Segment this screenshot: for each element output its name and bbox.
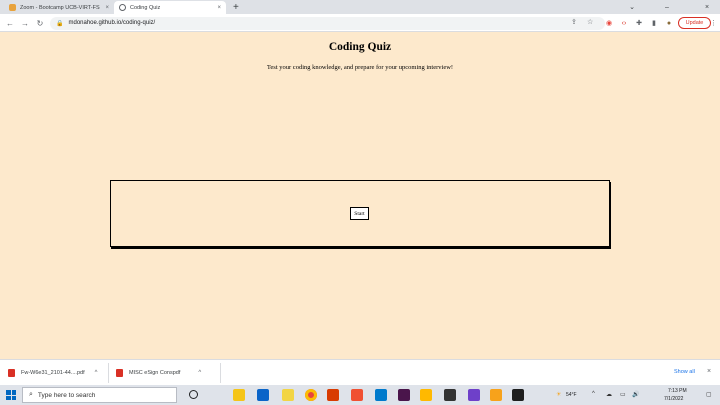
- weather-temp: 54°F: [566, 392, 577, 398]
- side-panel-icon[interactable]: ▮: [648, 17, 660, 29]
- tab-title: Coding Quiz: [130, 4, 161, 11]
- show-all-link[interactable]: Show all: [674, 369, 695, 375]
- back-button[interactable]: ←: [4, 17, 16, 29]
- close-window-button[interactable]: ×: [700, 0, 714, 14]
- download-item[interactable]: MISC eSign Conspdf ^: [116, 366, 201, 380]
- address-bar[interactable]: 🔒 mdonahoe.github.io/coding-quiz/: [50, 16, 605, 30]
- file-explorer-icon[interactable]: [233, 389, 245, 401]
- notification-icon[interactable]: ▢: [706, 391, 712, 398]
- bookmark-star-icon[interactable]: ☆: [587, 18, 593, 26]
- download-filename: MISC eSign Conspdf: [129, 370, 181, 376]
- browser-tab-strip: Zoom - Bootcamp UCB-VIRT-FS × Coding Qui…: [0, 0, 720, 14]
- tab-coding-quiz[interactable]: Coding Quiz ×: [114, 1, 226, 14]
- git-icon[interactable]: [351, 389, 363, 401]
- extension-red-icon[interactable]: ◉: [603, 17, 615, 29]
- vscode-icon[interactable]: [375, 389, 387, 401]
- tab-close-icon[interactable]: ×: [105, 5, 109, 11]
- minimize-button[interactable]: –: [660, 0, 674, 14]
- terminal-icon[interactable]: [512, 389, 524, 401]
- page-subtitle: Test your coding knowledge, and prepare …: [266, 64, 454, 71]
- chrome-icon[interactable]: [305, 389, 317, 401]
- download-divider: [108, 363, 109, 383]
- notes-icon[interactable]: [282, 389, 294, 401]
- weather-icon: ☀: [556, 392, 562, 398]
- chevron-up-icon[interactable]: ^: [198, 370, 201, 376]
- page-content: Coding Quiz Test your coding knowledge, …: [0, 33, 720, 359]
- share-icon[interactable]: ⇪: [571, 18, 577, 26]
- tab-close-icon[interactable]: ×: [217, 5, 221, 11]
- pdf-file-icon: [8, 369, 15, 377]
- app-icon-red[interactable]: [327, 389, 339, 401]
- download-divider: [220, 363, 221, 383]
- windows-start-icon[interactable]: [6, 390, 16, 400]
- reload-button[interactable]: ↻: [34, 17, 46, 29]
- chevron-up-icon[interactable]: ^: [95, 370, 98, 376]
- windows-taskbar: ⌕ Type here to search ☀ 54°F ^ ☁ ▭ 🔊 7:1…: [0, 385, 720, 405]
- download-bar: Fw-W6e31_2101-44....pdf ^ MISC eSign Con…: [0, 359, 720, 385]
- network-icon[interactable]: ▭: [620, 391, 626, 398]
- start-button[interactable]: Start: [350, 207, 369, 220]
- browser-toolbar: ← → ↻ 🔒 mdonahoe.github.io/coding-quiz/ …: [0, 14, 720, 32]
- tab-search-icon[interactable]: ⌄: [625, 0, 639, 14]
- lock-icon: 🔒: [56, 20, 64, 27]
- download-item[interactable]: Fw-W6e31_2101-44....pdf ^: [8, 366, 97, 380]
- globe-favicon-icon: [119, 4, 126, 11]
- extensions-puzzle-icon[interactable]: ✚: [633, 17, 645, 29]
- onedrive-icon[interactable]: ☁: [606, 391, 612, 398]
- search-icon: ⌕: [29, 391, 33, 398]
- task-view-icon[interactable]: [189, 390, 198, 399]
- profile-avatar-icon[interactable]: ●: [663, 17, 675, 29]
- zoom-favicon-icon: [9, 4, 16, 11]
- new-tab-button[interactable]: +: [233, 1, 239, 14]
- taskbar-search-box[interactable]: ⌕ Type here to search: [22, 387, 177, 403]
- mail-icon[interactable]: [257, 389, 269, 401]
- menu-kebab-icon[interactable]: ⋮: [709, 17, 718, 29]
- volume-icon[interactable]: 🔊: [632, 391, 639, 398]
- tab-title: Zoom - Bootcamp UCB-VIRT-FS: [20, 4, 100, 11]
- extension-code-icon[interactable]: ‹›: [618, 17, 630, 29]
- forward-button[interactable]: →: [19, 17, 31, 29]
- slack-icon[interactable]: [398, 389, 410, 401]
- clock-time[interactable]: 7:13 PM: [668, 388, 687, 394]
- page-title: Coding Quiz: [328, 41, 392, 53]
- app-icon-orange[interactable]: [490, 389, 502, 401]
- search-placeholder: Type here to search: [37, 391, 96, 399]
- pdf-file-icon: [116, 369, 123, 377]
- github-icon[interactable]: [444, 389, 456, 401]
- download-filename: Fw-W6e31_2101-44....pdf: [21, 370, 85, 376]
- app-icon-purple[interactable]: [468, 389, 480, 401]
- clock-date[interactable]: 7/1/2022: [664, 396, 683, 402]
- app-icon-yellow[interactable]: [420, 389, 432, 401]
- address-url: mdonahoe.github.io/coding-quiz/: [68, 20, 156, 26]
- update-button[interactable]: Update: [678, 17, 711, 29]
- tab-zoom[interactable]: Zoom - Bootcamp UCB-VIRT-FS ×: [4, 1, 114, 14]
- tray-chevron-icon[interactable]: ^: [592, 391, 595, 397]
- close-icon[interactable]: ×: [707, 368, 711, 375]
